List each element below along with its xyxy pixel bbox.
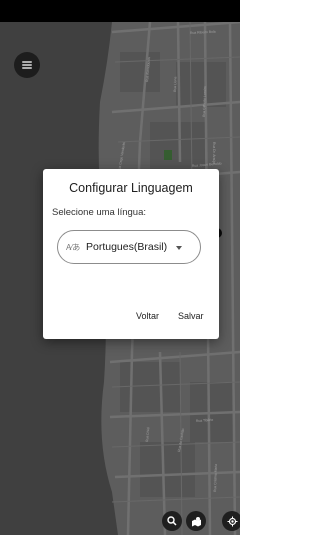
translate-icon: A⁄あ bbox=[66, 243, 81, 252]
map-layers-button[interactable] bbox=[186, 511, 206, 531]
dialog-subtitle: Selecione uma língua: bbox=[52, 207, 147, 218]
dialog-title: Configurar Linguagem bbox=[69, 181, 193, 195]
back-button[interactable]: Voltar bbox=[136, 311, 159, 321]
search-icon bbox=[167, 516, 177, 526]
screen: Rua Ribeiro Bola Rua Alemdouros Rua Lions R… bbox=[0, 0, 240, 535]
save-button[interactable]: Salvar bbox=[178, 311, 204, 321]
map-layers-icon bbox=[191, 516, 201, 526]
dropdown-caret-icon bbox=[176, 246, 182, 250]
language-select[interactable]: A⁄あ Portugues(Brasil) bbox=[57, 230, 201, 264]
search-button[interactable] bbox=[162, 511, 182, 531]
locate-button[interactable] bbox=[222, 511, 240, 531]
selected-language: Portugues(Brasil) bbox=[86, 241, 168, 253]
locate-icon bbox=[227, 516, 237, 526]
language-dialog: Configurar Linguagem Selecione uma língu… bbox=[43, 169, 219, 339]
